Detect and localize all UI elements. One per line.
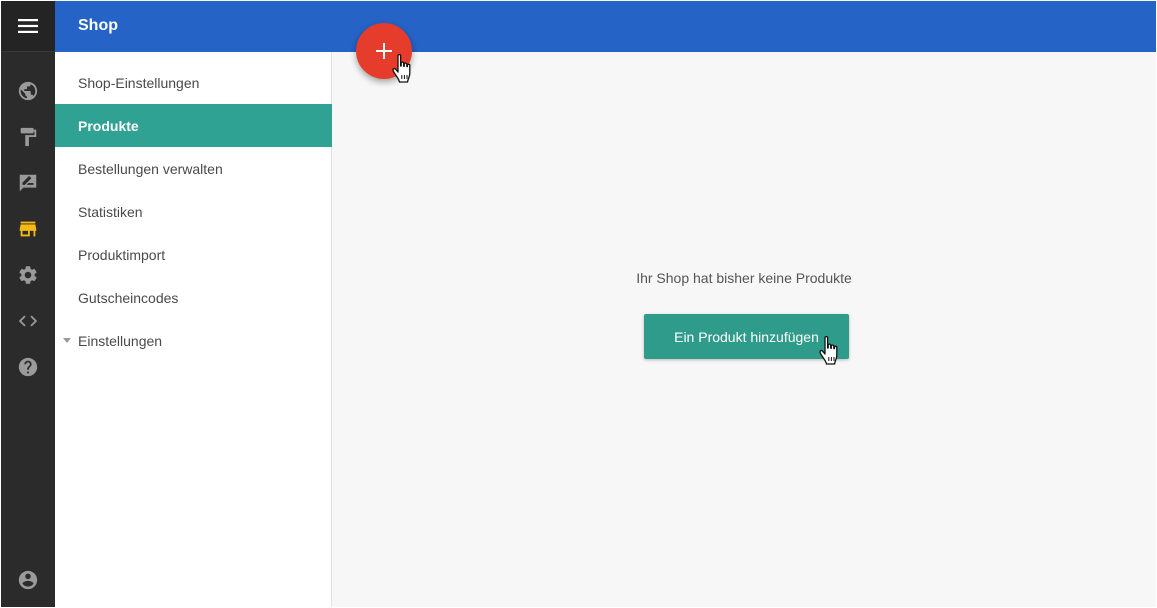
nav-item-label: Bestellungen verwalten: [78, 160, 223, 177]
empty-state-message: Ihr Shop hat bisher keine Produkte: [636, 270, 852, 286]
menu-icon: [18, 19, 38, 33]
globe-icon[interactable]: [16, 79, 40, 103]
nav-item-label: Gutscheincodes: [78, 289, 179, 306]
account-icon[interactable]: [16, 568, 40, 592]
menu-button[interactable]: [1, 1, 55, 52]
store-icon[interactable]: [16, 217, 40, 241]
nav-item-statistiken[interactable]: Statistiken: [55, 190, 332, 233]
nav-item-einstellungen[interactable]: Einstellungen: [55, 319, 332, 362]
main-content: Ihr Shop hat bisher keine Produkte Ein P…: [332, 52, 1156, 607]
hand-cursor-icon: [392, 53, 411, 83]
shop-sidebar: Shop-Einstellungen Produkte Bestellungen…: [55, 52, 332, 607]
nav-item-produktimport[interactable]: Produktimport: [55, 233, 332, 276]
nav-item-shop-einstellungen[interactable]: Shop-Einstellungen: [55, 61, 332, 104]
app-header: Shop: [55, 1, 1156, 52]
nav-item-label: Produktimport: [78, 246, 166, 263]
help-icon[interactable]: [16, 355, 40, 379]
app-window: Shop Shop-Einstellungen Produkte Bestell…: [1, 1, 1156, 607]
nav-item-label: Statistiken: [78, 203, 143, 220]
icon-rail: [1, 1, 55, 607]
page-title: Shop: [78, 17, 118, 34]
expand-arrow-icon: [63, 338, 71, 343]
edit-icon[interactable]: [16, 171, 40, 195]
plus-icon: [376, 43, 392, 59]
code-icon[interactable]: [16, 309, 40, 333]
hand-cursor-icon: [819, 335, 838, 365]
gear-icon[interactable]: [16, 263, 40, 287]
nav-item-label: Einstellungen: [78, 332, 163, 349]
paint-roller-icon[interactable]: [16, 125, 40, 149]
nav-item-label: Shop-Einstellungen: [78, 74, 200, 91]
nav-item-label: Produkte: [78, 117, 139, 134]
nav-item-gutscheincodes[interactable]: Gutscheincodes: [55, 276, 332, 319]
nav-item-produkte[interactable]: Produkte: [55, 104, 332, 147]
nav-item-bestellungen-verwalten[interactable]: Bestellungen verwalten: [55, 147, 332, 190]
add-product-label: Ein Produkt hinzufügen: [674, 328, 819, 345]
